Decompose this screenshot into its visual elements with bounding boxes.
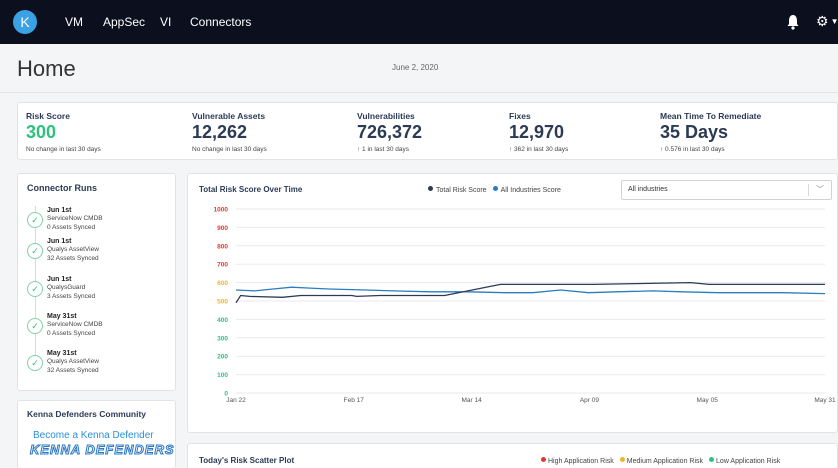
metric-label: Vulnerable Assets (192, 111, 266, 121)
legend-item-medium[interactable]: Medium Application Risk (619, 457, 704, 465)
legend-label: Medium Application Risk (626, 458, 704, 465)
nav-item-vm[interactable]: VM (65, 15, 83, 29)
y-tick-label: 300 (217, 335, 228, 342)
run-date: Jun 1st (47, 238, 72, 245)
metric-sub: No change in last 30 days (192, 146, 267, 153)
metric-vulnerabilities[interactable]: Vulnerabilities 726,372 ↑ 1 in last 30 d… (357, 111, 422, 153)
run-assets: 3 Assets Synced (47, 293, 96, 300)
check-icon: ✓ (27, 281, 43, 297)
metric-mttr[interactable]: Mean Time To Remediate 35 Days ↑ 0.576 i… (660, 111, 761, 153)
chart-legend: Total Risk Score All Industries Score (428, 186, 561, 194)
y-tick-label: 1000 (214, 207, 229, 214)
metric-value: 35 Days (660, 122, 729, 142)
community-title: Kenna Defenders Community (27, 409, 147, 419)
metric-label: Mean Time To Remediate (660, 111, 762, 121)
run-date: May 31st (47, 313, 77, 320)
become-defender-link[interactable]: Become a Kenna Defender (33, 430, 154, 441)
metric-sub: ↑ 1 in last 30 days (357, 146, 410, 153)
metric-label: Risk Score (26, 111, 70, 121)
check-icon: ✓ (27, 318, 43, 334)
y-tick-label: 100 (217, 372, 228, 379)
community-panel: Kenna Defenders Community Become a Kenna… (17, 400, 176, 468)
y-tick-label: 700 (217, 262, 228, 269)
check-icon: ✓ (27, 243, 43, 259)
legend-item-total[interactable]: Total Risk Score (428, 186, 487, 194)
metric-label: Vulnerabilities (357, 111, 415, 121)
chart-title: Total Risk Score Over Time (199, 185, 303, 194)
page-date: June 2, 2020 (392, 63, 439, 72)
legend-label: All Industries Score (500, 187, 561, 194)
metric-label: Fixes (509, 111, 531, 121)
bell-icon[interactable] (786, 14, 800, 30)
industry-select[interactable]: All industries ﹀ (621, 180, 832, 200)
scatter-plot-card: Today's Risk Scatter Plot High Applicati… (187, 443, 838, 468)
legend-item-industries[interactable]: All Industries Score (492, 186, 561, 194)
legend-item-low[interactable]: Low Application Risk (709, 457, 780, 465)
header-divider (0, 92, 838, 93)
connector-runs-panel: Connector Runs ✓ Jun 1st ServiceNow CMDB 0… (17, 173, 176, 391)
gear-icon: ⚙ (816, 13, 829, 29)
nav-item-appsec[interactable]: AppSec (103, 15, 145, 29)
scatter-title: Today's Risk Scatter Plot (199, 456, 295, 465)
connector-runs-title: Connector Runs (27, 183, 98, 193)
metric-risk-score[interactable]: Risk Score 300 No change in last 30 days (26, 111, 101, 153)
metric-fixes[interactable]: Fixes 12,970 ↑ 362 in last 30 days (509, 111, 568, 153)
top-nav: K VM AppSec VI Connectors ⚙ ▼ (0, 0, 838, 44)
chevron-down-icon: ▼ (830, 17, 838, 26)
metric-sub: ↑ 362 in last 30 days (509, 146, 569, 153)
x-tick-label: Apr 09 (580, 397, 600, 404)
metric-value: 12,970 (509, 122, 565, 142)
metric-sub: ↑ 0.576 in last 30 days (660, 146, 725, 153)
metric-value: 726,372 (357, 122, 423, 142)
run-assets: 32 Assets Synced (47, 367, 99, 374)
run-connector: Qualys AssetView (47, 358, 99, 365)
run-connector: QualysGuard (47, 284, 86, 291)
check-icon: ✓ (27, 212, 43, 228)
run-connector: ServiceNow CMDB (47, 215, 103, 222)
series-line-all-industries (235, 286, 826, 295)
x-tick-label: May 31 (814, 397, 836, 404)
run-date: May 31st (47, 350, 77, 357)
y-tick-label: 600 (217, 280, 228, 287)
settings-menu[interactable]: ⚙ ▼ (816, 13, 838, 30)
check-icon: ✓ (27, 355, 43, 371)
x-tick-label: May 05 (697, 397, 719, 404)
legend-label: Low Application Risk (716, 458, 781, 465)
chevron-down-icon: ﹀ (816, 185, 824, 194)
run-assets: 0 Assets Synced (47, 224, 96, 231)
x-tick-label: Mar 14 (461, 397, 482, 404)
y-tick-label: 500 (217, 299, 228, 306)
legend-label: Total Risk Score (436, 187, 487, 194)
legend-label: High Application Risk (548, 458, 614, 465)
metrics-bar: Risk Score 300 No change in last 30 days… (17, 102, 838, 160)
risk-score-chart: 01002003004005006007008009001000Jan 22 Fe… (214, 207, 837, 405)
select-divider (808, 184, 809, 196)
metric-vulnerable-assets[interactable]: Vulnerable Assets 12,262 No change in la… (192, 111, 267, 153)
run-assets: 0 Assets Synced (47, 330, 96, 337)
run-date: Jun 1st (47, 207, 72, 214)
y-tick-label: 800 (217, 243, 228, 250)
y-tick-label: 900 (217, 225, 228, 232)
scatter-legend: High Application Risk Medium Application… (541, 457, 780, 465)
nav-item-connectors[interactable]: Connectors (190, 15, 251, 29)
run-assets: 32 Assets Synced (47, 255, 99, 262)
legend-item-high[interactable]: High Application Risk (541, 457, 614, 465)
kenna-defenders-logo: KENNA DEFENDERS (30, 442, 175, 457)
risk-score-chart-card: 0 100 200 300 400 500 600 700 800 900 1000 Jan 22 Fe… (187, 173, 838, 433)
run-connector: Qualys AssetView (47, 246, 99, 253)
nav-item-vi[interactable]: VI (160, 15, 171, 29)
industry-select-value: All industries (628, 186, 668, 193)
y-tick-label: 400 (217, 317, 228, 324)
metric-sub: No change in last 30 days (26, 146, 101, 153)
run-date: Jun 1st (47, 276, 72, 283)
run-connector: ServiceNow CMDB (47, 321, 103, 328)
metric-value: 300 (26, 122, 57, 142)
metric-value: 12,262 (192, 122, 248, 142)
y-tick-label: 200 (217, 354, 228, 361)
kenna-logo[interactable]: K (13, 10, 37, 34)
x-tick-label: Feb 17 (344, 397, 365, 404)
logo-letter: K (20, 14, 30, 30)
x-tick-label: Jan 22 (226, 397, 246, 404)
page-title: Home (17, 56, 76, 81)
